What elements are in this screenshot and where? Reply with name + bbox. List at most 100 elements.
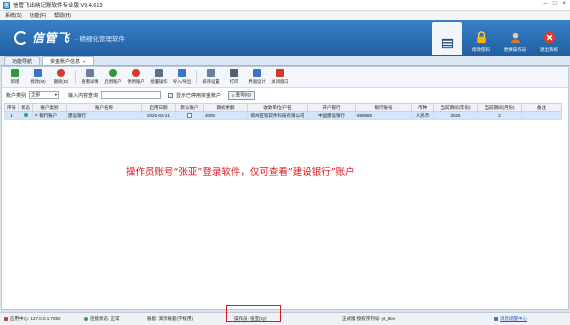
- cell-remark: [521, 111, 562, 120]
- toolbar-separator: [75, 70, 76, 84]
- search-icon: ⌕: [232, 92, 235, 98]
- home-grid-button[interactable]: [432, 22, 462, 55]
- connection-text: 连接状态: 正常: [90, 316, 120, 321]
- tab-account-info[interactable]: 资金账户信息 ×: [42, 56, 94, 65]
- brand-logo-icon: [14, 30, 28, 45]
- interface-design-label: 界面设计: [248, 78, 266, 84]
- operator-highlight-box: [226, 305, 281, 322]
- sort-settings-label: 排序设置: [202, 78, 220, 84]
- disable-icon: [132, 69, 140, 78]
- message-center-link[interactable]: 消息提醒中心: [494, 316, 527, 322]
- column-header[interactable]: 备注: [521, 103, 562, 112]
- column-header[interactable]: 币种: [411, 103, 434, 112]
- column-header[interactable]: 序号: [4, 103, 19, 112]
- sort-settings-button[interactable]: 排序设置: [200, 68, 222, 87]
- batch-icon: [155, 69, 163, 78]
- status-connection: 连接状态: 正常: [84, 316, 120, 322]
- column-header[interactable]: 当前期间(月份): [477, 103, 522, 112]
- filter-bar: 账户类别 全部 ▾ 输入内容查询 ✓ 显示已停用资金账户 ⌕ 查询(Q): [2, 89, 568, 101]
- column-header[interactable]: 当前期间(年份): [433, 103, 478, 112]
- menu-bar: 系统(S) 功能(F) 帮助(H): [0, 11, 570, 20]
- edit-button[interactable]: 修改(M): [27, 68, 49, 87]
- close-icon[interactable]: ×: [562, 1, 566, 7]
- close-window-label: 关闭窗口: [271, 78, 289, 84]
- exit-system-button[interactable]: 退出系统: [534, 22, 564, 55]
- status-bar: 应用中心: 127.0.0.1:7082 连接状态: 正常 账套: 演示账套(学…: [0, 312, 570, 325]
- cell-bank: 中国建设银行: [307, 111, 356, 120]
- batch-operation-label: 批量操作: [150, 78, 168, 84]
- header-banner: 信管飞 - 精细化管理软件 修改密码 更换操作员 退出系统: [0, 20, 570, 56]
- view-detail-button[interactable]: 查看详情: [79, 68, 101, 87]
- menu-system[interactable]: 系统(S): [5, 12, 22, 19]
- print-button[interactable]: 打印: [223, 68, 245, 87]
- switch-operator-button[interactable]: 更换操作员: [500, 22, 530, 55]
- cell-account-name: 建设银行: [66, 111, 142, 120]
- enable-account-button[interactable]: 启用账户: [102, 68, 124, 87]
- import-export-label: 导入/导出: [172, 78, 192, 84]
- switch-operator-label: 更换操作员: [503, 47, 527, 52]
- tab-function-nav[interactable]: 功能导航: [4, 56, 41, 65]
- query-button[interactable]: ⌕ 查询(Q): [228, 90, 256, 100]
- account-type-select[interactable]: 全部 ▾: [29, 91, 60, 99]
- print-icon: [230, 69, 238, 78]
- chevron-down-icon: ▾: [54, 92, 58, 97]
- cell-start-date: 2025-02-21: [141, 111, 176, 120]
- print-label: 打印: [229, 78, 239, 84]
- brand: 信管飞 - 精细化管理软件: [14, 29, 125, 46]
- menu-function[interactable]: 功能(F): [30, 12, 46, 19]
- detail-icon: [86, 69, 94, 78]
- title-bar: 信 信管飞出纳记账软件专业版 V9.4.613 – □ ×: [0, 0, 570, 11]
- minimize-icon[interactable]: –: [544, 1, 547, 7]
- delete-button[interactable]: 删除(D): [50, 68, 72, 87]
- cell-currency: 人民币: [411, 111, 434, 120]
- interface-design-button[interactable]: 界面设计: [246, 68, 268, 87]
- change-password-button[interactable]: 修改密码: [466, 22, 496, 55]
- column-header[interactable]: 状态: [18, 103, 33, 112]
- flag-icon: ⚑: [34, 112, 39, 118]
- maximize-icon[interactable]: □: [553, 1, 557, 7]
- edit-label: 修改(M): [30, 78, 46, 84]
- batch-operation-button[interactable]: 批量操作: [148, 68, 170, 87]
- delete-label: 删除(D): [53, 78, 69, 84]
- column-header[interactable]: 默认账户: [175, 103, 204, 112]
- show-disabled-checkbox[interactable]: ✓: [168, 92, 174, 98]
- cell-payee: 郑州匠程软件科技有限公司: [247, 111, 308, 120]
- tab-account-info-label: 资金账户信息: [50, 58, 81, 65]
- message-center-text: 消息提醒中心: [500, 316, 527, 321]
- disable-account-button[interactable]: 停用账户: [125, 68, 147, 87]
- tab-function-nav-label: 功能导航: [12, 58, 33, 65]
- toolbar: 新增 修改(M) 删除(D) 查看详情 启用账户 停用账户 批量操作 导入/导出…: [2, 67, 568, 88]
- brand-name: 信管飞: [32, 31, 70, 45]
- status-book: 账套: 演示账套(学校用): [147, 316, 193, 321]
- cell-account-no: 888888: [355, 111, 412, 120]
- default-account-checkbox[interactable]: [187, 112, 192, 118]
- toolbar-separator: [196, 70, 197, 84]
- tab-close-icon[interactable]: ×: [83, 59, 86, 64]
- table-row[interactable]: 1 ⚑ 银行账户 建设银行 2025-02-21 3000 郑州匠程软件科技有限…: [4, 111, 562, 120]
- close-window-icon: [276, 69, 284, 78]
- banner-tools: 修改密码 更换操作员 退出系统: [432, 22, 564, 55]
- query-input[interactable]: [101, 91, 162, 99]
- cell-period-year: 2025: [433, 111, 478, 120]
- account-type-text: 银行账户: [39, 112, 58, 118]
- close-window-button[interactable]: 关闭窗口: [269, 68, 291, 87]
- import-export-button[interactable]: 导入/导出: [171, 68, 193, 87]
- status-license: 正式版 授权序列号: yt_8ex: [342, 316, 396, 321]
- column-header[interactable]: 银行账号: [355, 103, 412, 112]
- cell-index: 1: [4, 111, 19, 120]
- add-button[interactable]: 新增: [4, 68, 26, 87]
- main-content: 新增 修改(M) 删除(D) 查看详情 启用账户 停用账户 批量操作 导入/导出…: [1, 66, 569, 310]
- app-center-icon: [4, 317, 8, 321]
- column-header[interactable]: 收款单位/户名: [247, 103, 308, 112]
- column-header[interactable]: 启用日期: [141, 103, 176, 112]
- connection-ok-icon: [84, 317, 88, 321]
- column-header[interactable]: 账户名称: [66, 103, 142, 112]
- column-header[interactable]: 账户类别: [32, 103, 67, 112]
- status-app-center: 应用中心: 127.0.0.1:7082: [4, 316, 61, 322]
- status-active-icon: [23, 113, 28, 117]
- column-header[interactable]: 期初余额: [203, 103, 248, 112]
- column-header[interactable]: 开户银行: [307, 103, 356, 112]
- design-icon: [253, 69, 261, 78]
- menu-help[interactable]: 帮助(H): [54, 12, 71, 19]
- tab-bar: 功能导航 资金账户信息 ×: [0, 56, 570, 66]
